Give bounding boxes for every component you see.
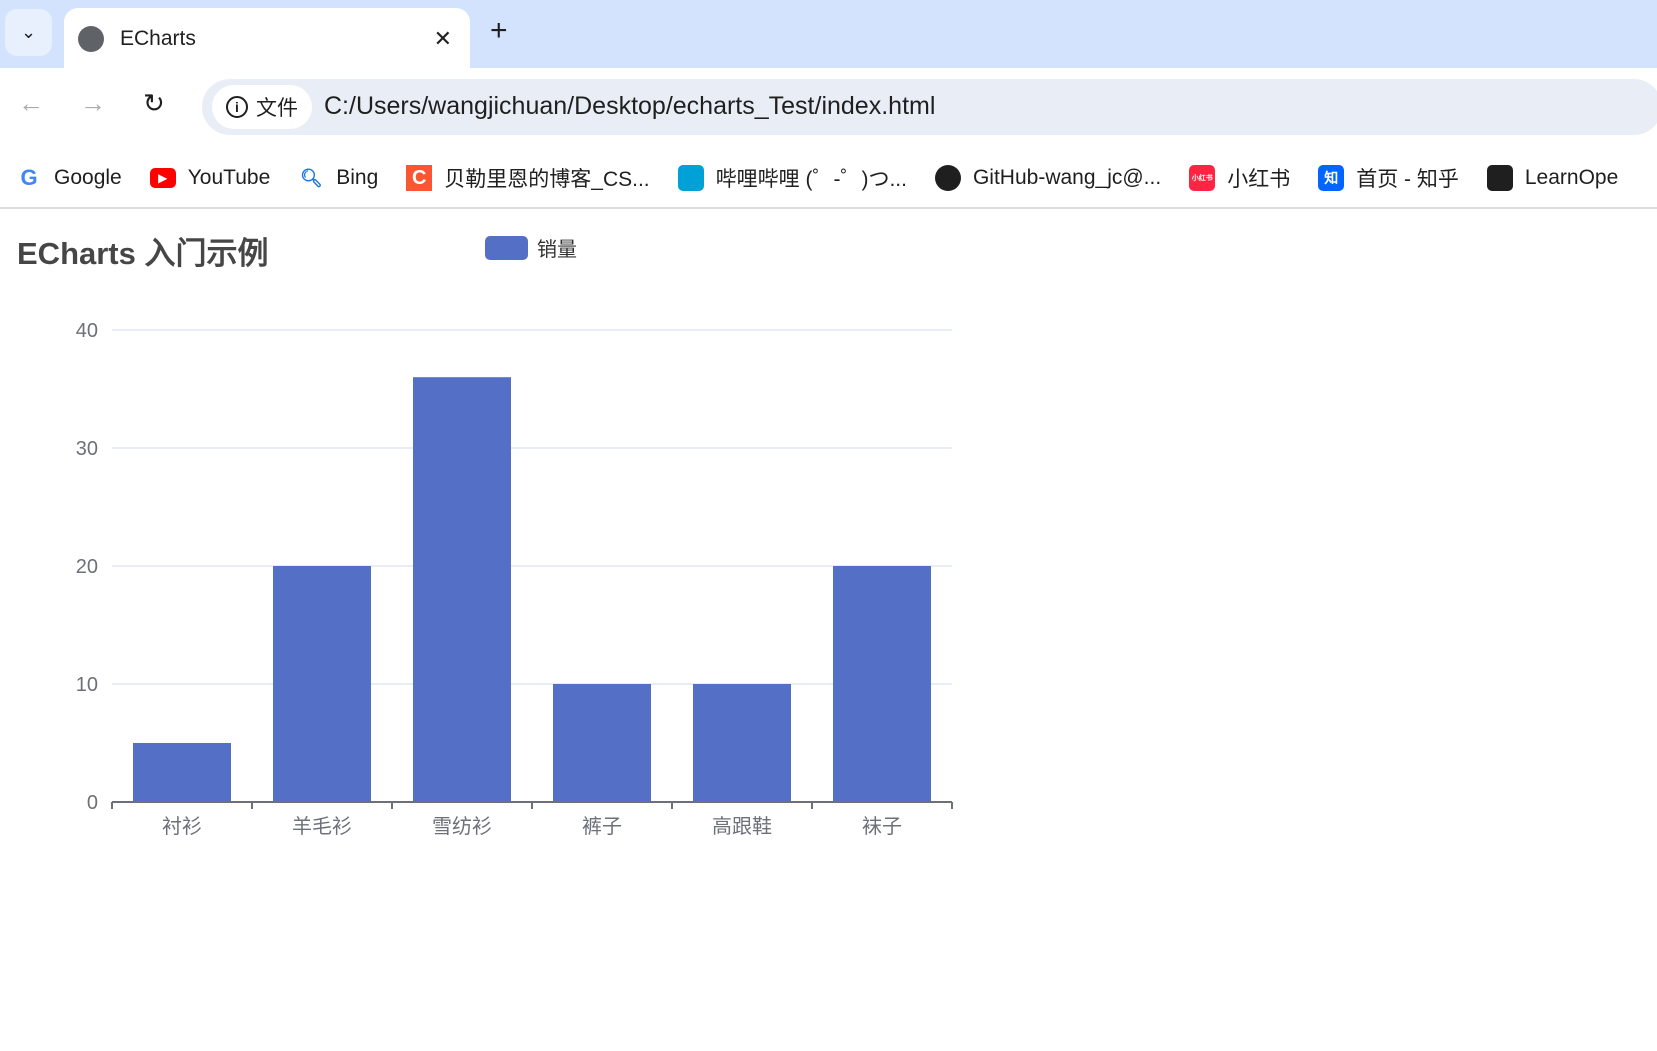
bookmark-label: 小红书 xyxy=(1227,168,1291,191)
bar xyxy=(553,684,651,802)
bookmark-item[interactable]: ▶ YouTube xyxy=(149,166,271,190)
bookmark-label: Google xyxy=(54,166,122,189)
site-info-label: 文件 xyxy=(256,97,298,120)
bookmark-label: GitHub-wang_jc@... xyxy=(972,166,1162,189)
new-tab-button[interactable]: + xyxy=(490,14,508,48)
address-bar[interactable]: i 文件 C:/Users/wangjichuan/Desktop/echarts… xyxy=(202,79,1657,135)
bar xyxy=(833,566,931,802)
github-icon xyxy=(934,165,961,191)
globe-icon xyxy=(78,26,104,52)
bookmark-label: 哔哩哔哩 (゜-゜)つ... xyxy=(715,168,907,191)
toolbar: ← → ↻ i 文件 C:/Users/wangjichuan/Desktop/e… xyxy=(0,68,1657,141)
chevron-down-icon: ⌄ xyxy=(20,22,37,42)
bookmark-label: YouTube xyxy=(187,166,271,189)
tab-strip: ⌄ ECharts ✕ + xyxy=(0,0,1657,70)
y-tick-label: 20 xyxy=(76,556,98,578)
url-text[interactable]: C:/Users/wangjichuan/Desktop/echarts_Tes… xyxy=(324,92,935,121)
bookmark-item[interactable]: 知首页 - 知乎 xyxy=(1318,163,1459,193)
bookmark-item[interactable]: LearnOpe xyxy=(1486,165,1619,191)
close-icon[interactable]: ✕ xyxy=(434,26,452,52)
back-button[interactable]: ← xyxy=(18,88,44,119)
bookmark-label: 贝勒里恩的博客_CS... xyxy=(444,168,650,191)
y-tick-label: 40 xyxy=(76,320,98,342)
google-icon: G xyxy=(20,165,38,190)
bar-chart: 0 10 20 30 40 衬衫 羊毛衫 雪纺衫 裤子 高跟鞋 袜子 xyxy=(76,320,953,838)
x-tick-label: 衬衫 xyxy=(162,814,202,838)
x-tick-label: 裤子 xyxy=(582,814,622,838)
book-icon xyxy=(1486,165,1513,191)
bookmark-item[interactable]: 🔍︎ Bing xyxy=(298,165,378,191)
y-tick-label: 0 xyxy=(87,792,98,814)
bookmark-item[interactable]: G Google xyxy=(16,165,122,191)
y-tick-label: 10 xyxy=(76,674,98,696)
forward-button[interactable]: → xyxy=(80,88,106,119)
bookmark-item[interactable]: 小红书 小红书 xyxy=(1189,163,1290,193)
xiaohongshu-icon: 小红书 xyxy=(1189,165,1216,191)
reload-button[interactable]: ↻ xyxy=(143,88,165,119)
bar xyxy=(413,377,511,802)
bar xyxy=(693,684,791,802)
info-icon: i xyxy=(226,96,248,118)
youtube-icon: ▶ xyxy=(149,168,176,188)
bilibili-icon xyxy=(677,165,704,191)
csdn-icon: C xyxy=(406,165,433,191)
x-tick-label: 羊毛衫 xyxy=(292,814,352,838)
bookmark-label: 首页 - 知乎 xyxy=(1356,168,1459,191)
y-tick-label: 30 xyxy=(76,438,98,460)
bar xyxy=(273,566,371,802)
zhihu-icon: 知 xyxy=(1318,165,1345,191)
site-info-button[interactable]: i 文件 xyxy=(212,85,312,129)
bookmark-label: Bing xyxy=(336,166,379,189)
bookmark-label: LearnOpe xyxy=(1524,166,1619,189)
tab-search-button[interactable]: ⌄ xyxy=(5,9,52,56)
bar xyxy=(133,743,231,802)
tab-echarts[interactable]: ECharts ✕ xyxy=(64,8,470,70)
search-icon: 🔍︎ xyxy=(299,167,323,188)
x-tick-label: 袜子 xyxy=(862,814,902,838)
tab-title: ECharts xyxy=(120,27,196,50)
x-tick-label: 雪纺衫 xyxy=(432,814,492,838)
bookmark-item[interactable]: 哔哩哔哩 (゜-゜)つ... xyxy=(677,163,907,193)
bookmarks-bar: G Google ▶ YouTube 🔍︎ Bing C 贝勒里恩的博客_CS... 哔哩哔哩 … xyxy=(0,149,1657,209)
x-tick-label: 高跟鞋 xyxy=(712,814,772,838)
bookmark-item[interactable]: GitHub-wang_jc@... xyxy=(934,165,1162,191)
bookmark-item[interactable]: C 贝勒里恩的博客_CS... xyxy=(406,163,650,193)
